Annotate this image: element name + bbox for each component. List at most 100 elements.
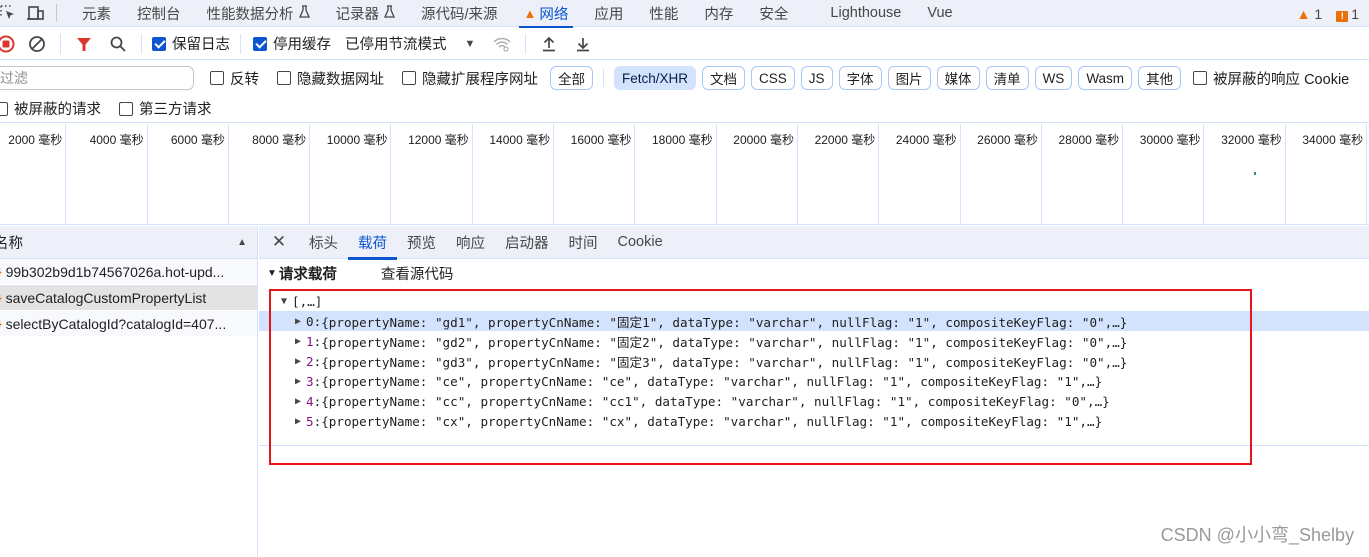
clear-button[interactable] xyxy=(20,29,54,59)
disable-cache-checkbox[interactable]: 停用缓存 xyxy=(253,33,331,54)
detail-tabs: ✕ 标头 载荷 预览 响应 启动器 时间 Cookie xyxy=(259,226,1369,260)
filter-input[interactable]: 过滤 xyxy=(0,66,194,90)
payload-item[interactable]: ▶ 5: {propertyName: "cx", propertyCnName:… xyxy=(259,411,1369,431)
payload-item[interactable]: ▶ 3: {propertyName: "ce", propertyCnName:… xyxy=(259,371,1369,391)
payload-item[interactable]: ▶ 0: {propertyName: "gd1", propertyCnName… xyxy=(259,311,1369,331)
filter-type-chip[interactable]: 文档 xyxy=(702,66,746,90)
expand-triangle-icon[interactable]: ▶ xyxy=(295,396,301,407)
checkbox-box[interactable] xyxy=(1193,71,1208,85)
status-counters[interactable]: ▲ 1 ! 1 xyxy=(1297,0,1359,27)
filter-type-chip[interactable]: 图片 xyxy=(887,66,931,90)
chevron-down-icon[interactable]: ▼ xyxy=(465,38,476,50)
payload-item[interactable]: ▶ 1: {propertyName: "gd2", propertyCnName… xyxy=(259,331,1369,351)
panel-tab[interactable]: 内存 xyxy=(691,0,746,27)
inspect-element-icon[interactable] xyxy=(0,0,22,27)
stop-recording-button[interactable] xyxy=(0,29,20,59)
throttling-select[interactable]: 已停用节流模式 xyxy=(345,33,447,54)
tree-root[interactable]: ▼ [,…] xyxy=(259,291,1369,311)
filter-type-chip[interactable]: Fetch/XHR xyxy=(614,66,697,90)
close-icon[interactable]: ✕ xyxy=(259,226,299,259)
hide-data-urls-checkbox[interactable]: 隐藏数据网址 xyxy=(277,68,384,89)
warning-counter[interactable]: ▲ 1 xyxy=(1297,6,1323,22)
name-column-header[interactable]: 名称 ▲ xyxy=(0,226,257,259)
hide-extension-urls-checkbox[interactable]: 隐藏扩展程序网址 xyxy=(402,68,538,89)
panel-tab[interactable]: 控制台 xyxy=(124,0,194,27)
expand-triangle-icon[interactable]: ▶ xyxy=(295,356,301,367)
expand-triangle-icon[interactable]: ▼ xyxy=(267,268,277,279)
panel-tab[interactable]: ▲ 网络 xyxy=(511,0,582,28)
filter-type-chip[interactable]: 媒体 xyxy=(936,66,980,90)
detail-tab[interactable]: 时间 xyxy=(559,226,608,259)
detail-tab[interactable]: 启动器 xyxy=(495,226,559,259)
detail-tab[interactable]: 载荷 xyxy=(348,226,397,260)
expand-triangle-icon[interactable]: ▼ xyxy=(281,296,287,307)
view-source-link[interactable]: 查看源代码 xyxy=(381,263,454,284)
divider xyxy=(603,69,604,87)
export-har-button[interactable] xyxy=(566,29,600,59)
filter-type-chip[interactable]: 全部 xyxy=(550,66,593,90)
expand-triangle-icon[interactable]: ▶ xyxy=(295,316,301,327)
panel-tab[interactable]: Vue xyxy=(914,0,965,27)
xhr-icon: {} xyxy=(0,318,2,330)
invert-checkbox[interactable]: 反转 xyxy=(210,68,259,89)
download-icon xyxy=(577,37,590,51)
preserve-log-checkbox[interactable]: 保留日志 xyxy=(152,33,230,54)
timeline-tick: 16000 毫秒 xyxy=(554,124,636,224)
checkbox-box[interactable] xyxy=(119,101,133,116)
checkbox-box[interactable] xyxy=(253,36,267,51)
detail-tab[interactable]: 标头 xyxy=(299,226,348,259)
panel-tab[interactable]: Lighthouse xyxy=(817,0,914,27)
panel-tab[interactable]: 性能数据分析 xyxy=(194,0,323,27)
tick-label: 20000 毫秒 xyxy=(733,133,794,147)
panel-tab[interactable]: 源代码/来源 xyxy=(408,0,511,27)
checkbox-box[interactable] xyxy=(0,101,8,116)
issue-counter[interactable]: ! 1 xyxy=(1336,6,1359,22)
filter-type-chip[interactable]: 清单 xyxy=(985,66,1029,90)
expand-triangle-icon[interactable]: ▶ xyxy=(295,376,301,387)
panel-tab[interactable]: 元素 xyxy=(69,0,124,27)
tick-label: 4000 毫秒 xyxy=(89,133,144,147)
request-list: 名称 ▲ {}99b302b9d1b74567026a.hot-upd...{}… xyxy=(0,226,258,557)
detail-tab[interactable]: 响应 xyxy=(446,226,495,259)
warning-icon: ▲ xyxy=(523,5,537,21)
third-party-checkbox[interactable]: 第三方请求 xyxy=(119,98,212,119)
detail-tab[interactable]: 预览 xyxy=(397,226,446,259)
panel-tab[interactable]: 性能 xyxy=(636,0,691,27)
tick-label: 26000 毫秒 xyxy=(977,133,1038,147)
panel-tab[interactable]: 安全 xyxy=(746,0,801,27)
search-button[interactable] xyxy=(101,29,135,59)
network-conditions-button[interactable] xyxy=(485,29,519,59)
device-toolbar-icon[interactable] xyxy=(22,0,50,27)
item-preview: {propertyName: "cc", propertyCnName: "cc… xyxy=(321,393,1110,409)
payload-item[interactable]: ▶ 2: {propertyName: "gd3", propertyCnName… xyxy=(259,351,1369,371)
blocked-response-cookies-checkbox[interactable]: 被屏蔽的响应 Cookie xyxy=(1193,68,1349,89)
checkbox-box[interactable] xyxy=(210,71,224,85)
request-row[interactable]: {}selectByCatalogId?catalogId=407... xyxy=(0,311,257,337)
upload-icon xyxy=(543,36,556,51)
filter-toggle-button[interactable] xyxy=(67,29,101,59)
expand-triangle-icon[interactable]: ▶ xyxy=(295,416,301,427)
request-payload-header[interactable]: ▼ 请求载荷 查看源代码 xyxy=(259,259,1369,287)
detail-tab[interactable]: Cookie xyxy=(608,226,673,259)
request-row[interactable]: {}99b302b9d1b74567026a.hot-upd... xyxy=(0,259,257,285)
filter-type-chip[interactable]: JS xyxy=(800,66,833,90)
item-preview: {propertyName: "gd2", propertyCnName: "固… xyxy=(321,334,1128,350)
payload-item[interactable]: ▶ 4: {propertyName: "cc", propertyCnName:… xyxy=(259,391,1369,411)
expand-triangle-icon[interactable]: ▶ xyxy=(295,336,301,347)
checkbox-box[interactable] xyxy=(277,71,291,85)
timeline-tick: 32000 毫秒 xyxy=(1205,124,1286,224)
request-row[interactable]: {}saveCatalogCustomPropertyList xyxy=(0,285,257,311)
panel-tab[interactable]: 记录器 xyxy=(323,0,409,27)
blocked-requests-checkbox[interactable]: 被屏蔽的请求 xyxy=(0,98,101,119)
checkbox-box[interactable] xyxy=(152,36,166,51)
sort-ascending-icon[interactable]: ▲ xyxy=(237,237,247,248)
filter-type-chip[interactable]: Wasm xyxy=(1078,66,1133,90)
import-har-button[interactable] xyxy=(532,29,566,59)
filter-type-chip[interactable]: CSS xyxy=(751,66,795,90)
network-overview-timeline[interactable]: 2000 毫秒 4000 毫秒 6000 毫秒 8000 毫秒 10000 毫秒 1200… xyxy=(0,124,1369,225)
panel-tab[interactable]: 应用 xyxy=(581,0,636,27)
filter-type-chip[interactable]: WS xyxy=(1034,66,1073,90)
filter-type-chip[interactable]: 其他 xyxy=(1138,66,1182,90)
filter-type-chip[interactable]: 字体 xyxy=(838,66,882,90)
checkbox-box[interactable] xyxy=(402,71,416,85)
